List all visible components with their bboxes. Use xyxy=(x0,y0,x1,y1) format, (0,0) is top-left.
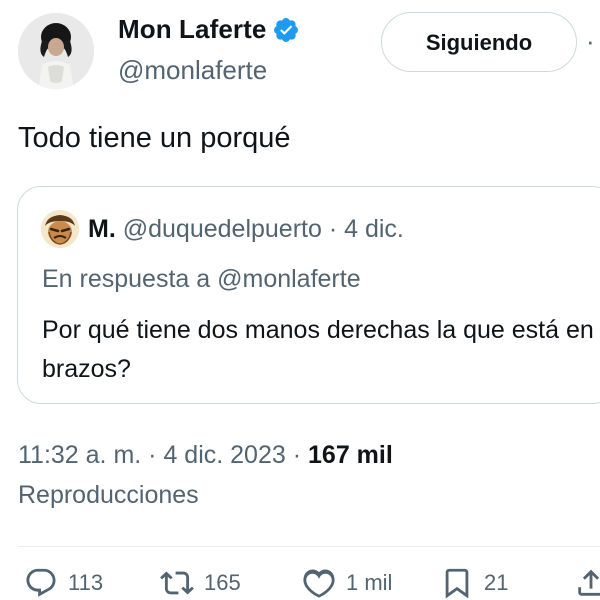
more-options-button[interactable]: · xyxy=(586,28,595,54)
reply-button[interactable]: 113 xyxy=(24,566,103,600)
reply-icon xyxy=(26,568,56,597)
tweet-meta: 11:32 a. m. · 4 dic. 2023 · 167 mil xyxy=(18,441,393,470)
quoted-reply-to: En respuesta a @monlaferte xyxy=(42,265,361,293)
quoted-tweet-header: M. @duquedelpuerto · 4 dic. xyxy=(88,215,404,244)
quoted-author-handle[interactable]: @duquedelpuerto xyxy=(123,215,322,243)
verified-badge-icon xyxy=(274,17,299,42)
author-avatar[interactable] xyxy=(18,13,94,89)
author-handle[interactable]: @monlaferte xyxy=(118,55,267,86)
quoted-header-separator: · xyxy=(328,215,338,243)
tweet-detail: Mon Laferte @monlaferte Siguiendo · Todo… xyxy=(0,0,600,600)
views-count[interactable]: 167 mil xyxy=(308,441,393,469)
quoted-tweet-date[interactable]: 4 dic. xyxy=(344,215,404,243)
like-count: 1 mil xyxy=(346,570,393,595)
share-icon xyxy=(578,569,600,596)
retweet-icon xyxy=(160,571,194,595)
retweet-button[interactable]: 165 xyxy=(160,566,241,600)
action-bar: 113 165 1 mil 21 xyxy=(0,566,600,600)
meta-separator-2: · xyxy=(292,441,302,469)
quoted-tweet-card[interactable]: M. @duquedelpuerto · 4 dic. En respuesta… xyxy=(17,186,600,404)
bookmark-button[interactable]: 21 xyxy=(440,566,508,600)
reply-count: 113 xyxy=(68,570,104,595)
views-label[interactable]: Reproducciones xyxy=(18,481,199,510)
quoted-tweet-text: Por qué tiene dos manos derechas la que … xyxy=(42,316,594,383)
like-button[interactable]: 1 mil xyxy=(302,566,392,600)
meta-separator-1: · xyxy=(148,441,157,469)
tweet-text: Todo tiene un porqué xyxy=(18,122,291,154)
tweet-date[interactable]: 4 dic. 2023 xyxy=(163,441,285,469)
bookmark-icon xyxy=(445,568,469,599)
retweet-count: 165 xyxy=(204,570,241,595)
bookmark-count: 21 xyxy=(484,570,509,595)
divider xyxy=(18,546,600,547)
author-name[interactable]: Mon Laferte xyxy=(118,14,266,45)
quoted-author-avatar[interactable] xyxy=(41,210,79,248)
heart-icon xyxy=(303,569,335,598)
share-button[interactable] xyxy=(574,566,600,600)
author-name-row[interactable]: Mon Laferte xyxy=(118,14,300,45)
following-button[interactable]: Siguiendo xyxy=(381,12,577,72)
tweet-time[interactable]: 11:32 a. m. xyxy=(18,441,141,469)
quoted-author-name[interactable]: M. xyxy=(88,215,116,243)
